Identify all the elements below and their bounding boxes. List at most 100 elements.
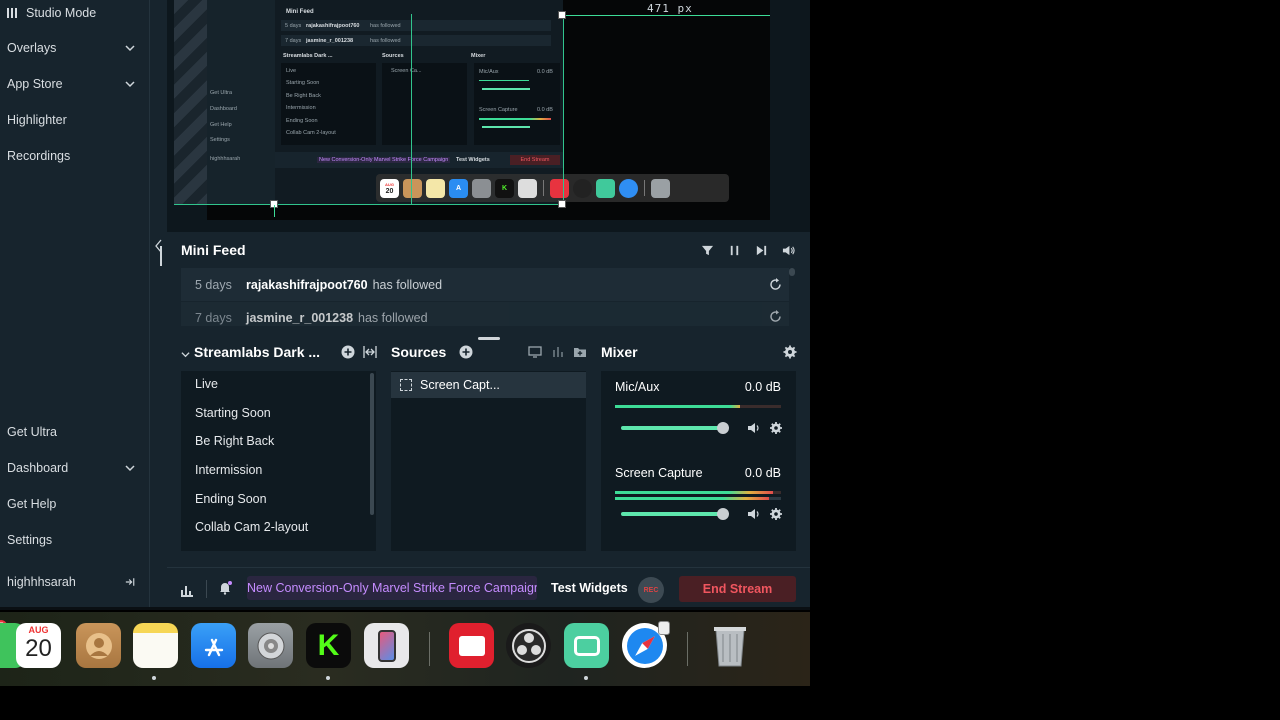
source-item[interactable]: Screen Capt... bbox=[391, 372, 586, 398]
gear-icon[interactable] bbox=[782, 344, 798, 360]
volume-meter bbox=[615, 405, 781, 408]
skip-icon[interactable] bbox=[753, 242, 769, 258]
feed-scrollbar[interactable] bbox=[789, 268, 795, 276]
sidebar-item-label: Overlays bbox=[7, 41, 57, 55]
volume-slider[interactable] bbox=[621, 426, 724, 430]
nested-app-store-icon: A bbox=[449, 178, 468, 198]
repeat-alert-icon[interactable] bbox=[768, 277, 783, 292]
feed-age: 7 days bbox=[195, 311, 232, 325]
pause-icon[interactable] bbox=[726, 242, 742, 258]
sidebar-item-app-store[interactable]: App Store bbox=[7, 72, 137, 96]
system-settings-icon[interactable] bbox=[248, 623, 293, 668]
sidebar-item-label: Recordings bbox=[7, 149, 71, 163]
volume-slider-knob[interactable] bbox=[717, 422, 729, 434]
sidebar-item-dashboard[interactable]: Dashboard bbox=[7, 456, 137, 480]
iphone-mirroring-icon[interactable] bbox=[364, 623, 409, 668]
speaker-icon[interactable] bbox=[746, 506, 762, 522]
running-indicator bbox=[584, 676, 588, 680]
stream-preview[interactable]: Get Ultra Dashboard Get Help Settings hi… bbox=[167, 0, 810, 232]
speaker-icon[interactable] bbox=[746, 420, 762, 436]
sidebar-item-get-ultra[interactable]: Get Ultra bbox=[7, 420, 137, 444]
sidebar-item-label: App Store bbox=[7, 77, 63, 91]
repeat-alert-icon[interactable] bbox=[768, 309, 783, 324]
logout-icon[interactable] bbox=[123, 575, 137, 589]
streamlabs-icon[interactable] bbox=[564, 623, 609, 668]
sidebar-item-highlighter[interactable]: Highlighter bbox=[7, 108, 137, 132]
resize-handle-docks[interactable] bbox=[478, 337, 500, 340]
sidebar-item-recordings[interactable]: Recordings bbox=[7, 144, 137, 168]
sidebar-user[interactable]: highhhsarah bbox=[7, 570, 137, 594]
footer-bar: New Conversion-Only Marvel Strike Force … bbox=[167, 567, 810, 610]
collapse-sidebar-handle[interactable] bbox=[154, 238, 164, 268]
studio-mode-icon bbox=[7, 8, 17, 18]
sources-list bbox=[391, 371, 586, 551]
calendar-icon[interactable]: AUG 20 bbox=[16, 623, 61, 668]
volume-meter bbox=[615, 491, 781, 494]
add-scene-icon[interactable] bbox=[340, 344, 356, 360]
photo-booth-icon[interactable] bbox=[449, 623, 494, 668]
nested-settings-icon bbox=[472, 178, 491, 198]
volume-slider-knob[interactable] bbox=[717, 508, 729, 520]
chevron-down-icon bbox=[123, 41, 137, 55]
scene-item[interactable]: Ending Soon bbox=[195, 492, 267, 506]
contacts-icon[interactable] bbox=[76, 623, 121, 668]
phone-badge-icon bbox=[658, 621, 670, 635]
chevron-down-icon bbox=[123, 461, 137, 475]
source-audio-icon[interactable] bbox=[550, 344, 566, 360]
nested-sidebar: Get Ultra Dashboard Get Help Settings hi… bbox=[207, 0, 275, 205]
resize-handle-bottom-right[interactable] bbox=[558, 200, 566, 208]
gear-icon[interactable] bbox=[768, 506, 784, 522]
scene-item[interactable]: Live bbox=[195, 377, 218, 391]
trash-icon[interactable] bbox=[707, 623, 752, 668]
filter-icon[interactable] bbox=[699, 242, 715, 258]
sidebar-item-settings[interactable]: Settings bbox=[7, 528, 137, 552]
sidebar-item-get-help[interactable]: Get Help bbox=[7, 492, 137, 516]
scene-item[interactable]: Intermission bbox=[195, 463, 262, 477]
sidebar-item-label: Dashboard bbox=[7, 461, 69, 475]
volume-meter-secondary bbox=[615, 497, 781, 500]
mini-feed-title: Mini Feed bbox=[181, 242, 246, 258]
chevron-down-icon bbox=[123, 77, 137, 91]
sources-title: Sources bbox=[391, 344, 447, 360]
scenes-scrollbar[interactable] bbox=[370, 373, 374, 515]
streamlabs-window: Studio Mode Overlays App Store Highlight… bbox=[0, 0, 810, 610]
nested-notes-icon bbox=[426, 178, 445, 198]
sidebar: Studio Mode Overlays App Store Highlight… bbox=[0, 0, 150, 610]
username: highhhsarah bbox=[7, 575, 76, 589]
mac-dock: 7 AUG 20 K bbox=[0, 612, 810, 686]
feed-user: jasmine_r_001238 bbox=[246, 311, 354, 325]
nested-kick-icon: K bbox=[495, 178, 514, 198]
record-button[interactable]: REC bbox=[638, 577, 664, 603]
sidebar-item-overlays[interactable]: Overlays bbox=[7, 36, 137, 60]
app-store-icon[interactable] bbox=[191, 623, 236, 668]
running-indicator bbox=[326, 676, 330, 680]
dock-separator bbox=[687, 632, 688, 666]
add-source-icon[interactable] bbox=[458, 344, 474, 360]
notes-icon[interactable] bbox=[133, 623, 178, 668]
mixer-panel bbox=[601, 371, 796, 551]
kick-icon[interactable]: K bbox=[306, 623, 351, 668]
scene-item[interactable]: Be Right Back bbox=[195, 434, 274, 448]
chevron-down-icon[interactable] bbox=[181, 346, 190, 364]
end-stream-button[interactable]: End Stream bbox=[679, 576, 796, 602]
test-widgets-button[interactable]: Test Widgets bbox=[551, 581, 628, 595]
sidebar-item-label: Highlighter bbox=[7, 113, 67, 127]
scene-item[interactable]: Collab Cam 2-layout bbox=[195, 520, 308, 534]
scene-transition-icon[interactable] bbox=[362, 344, 378, 360]
gear-icon[interactable] bbox=[768, 420, 784, 436]
feed-age: 5 days bbox=[195, 277, 232, 292]
mixer-source-name: Mic/Aux bbox=[615, 380, 660, 394]
distance-readout: 471 px bbox=[647, 2, 693, 15]
campaign-banner[interactable]: New Conversion-Only Marvel Strike Force … bbox=[247, 576, 537, 600]
volume-icon[interactable] bbox=[780, 242, 796, 258]
add-folder-icon[interactable] bbox=[572, 344, 588, 360]
scene-collection-title[interactable]: Streamlabs Dark ... bbox=[194, 344, 320, 360]
resize-handle-top-right[interactable] bbox=[558, 11, 566, 19]
obs-icon[interactable] bbox=[506, 623, 551, 668]
studio-mode-button[interactable]: Studio Mode bbox=[7, 1, 137, 25]
volume-slider[interactable] bbox=[621, 512, 724, 516]
notification-bell-icon[interactable] bbox=[217, 580, 233, 596]
scene-item[interactable]: Starting Soon bbox=[195, 406, 271, 420]
stats-icon[interactable] bbox=[179, 582, 195, 598]
source-display-icon[interactable] bbox=[527, 344, 543, 360]
